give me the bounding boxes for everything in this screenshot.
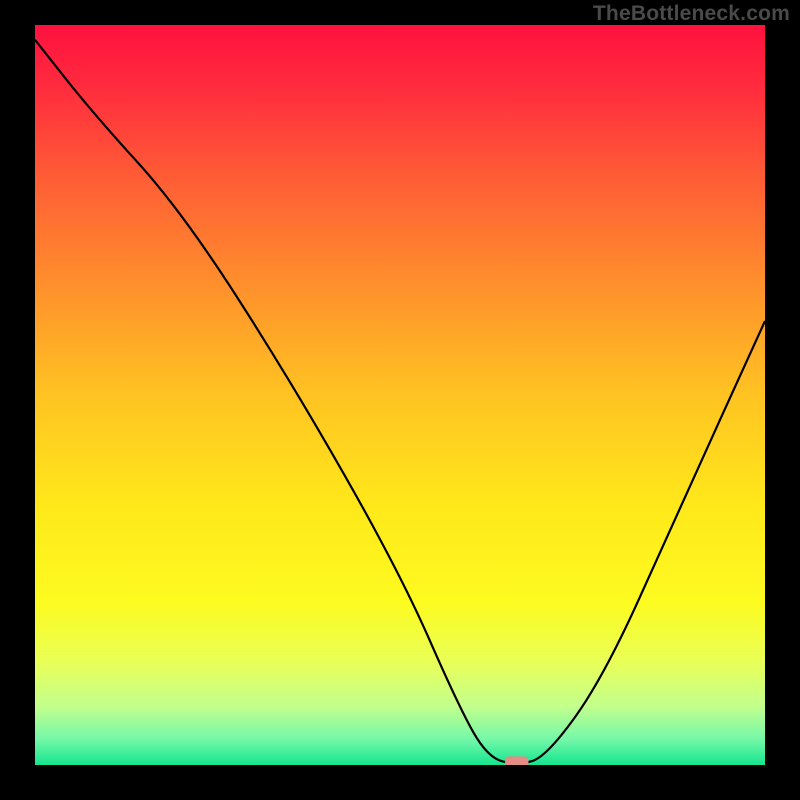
chart-svg — [35, 25, 765, 765]
watermark-text: TheBottleneck.com — [593, 2, 790, 26]
chart-frame: TheBottleneck.com — [0, 0, 800, 800]
gradient-background — [35, 25, 765, 765]
minimum-marker — [505, 756, 528, 765]
plot-area — [35, 25, 765, 765]
